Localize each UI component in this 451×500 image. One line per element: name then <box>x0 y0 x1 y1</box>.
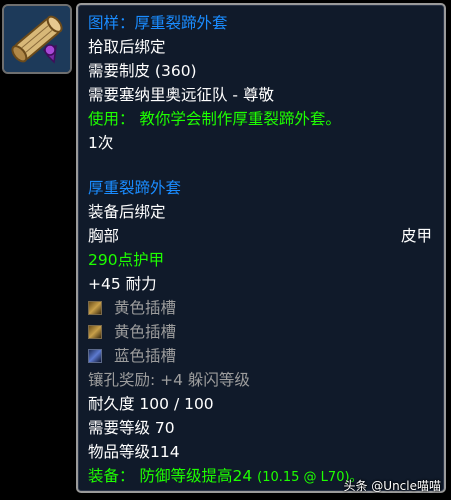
armor-type: 皮甲 <box>400 227 432 245</box>
yellow-socket-icon <box>88 301 102 315</box>
equip-slot: 胸部 <box>88 227 120 245</box>
stamina-stat: +45 耐力 <box>88 275 157 293</box>
required-reputation: 需要塞纳里奥远征队 - 尊敬 <box>88 86 274 104</box>
charges: 1次 <box>88 134 114 152</box>
scroll-recipe-icon <box>4 6 70 72</box>
socket-label: 蓝色插槽 <box>114 347 177 365</box>
required-level: 需要等级 70 <box>88 419 175 437</box>
socket-row: 黄色插槽 <box>88 321 432 343</box>
durability: 耐久度 100 / 100 <box>88 395 214 413</box>
use-effect: 使用： 教你学会制作厚重裂蹄外套。 <box>88 110 341 128</box>
blue-socket-icon <box>88 349 102 363</box>
item-tooltip: 图样：厚重裂蹄外套 拾取后绑定 需要制皮 (360) 需要塞纳里奥远征队 - 尊… <box>76 3 446 493</box>
socket-label: 黄色插槽 <box>114 299 177 317</box>
socket-label: 黄色插槽 <box>114 323 177 341</box>
required-skill: 需要制皮 (360) <box>88 62 197 80</box>
watermark: 头条 @Uncle喵喵 <box>343 479 441 493</box>
bind-on-equip: 装备后绑定 <box>88 203 166 221</box>
crafted-item-name: 厚重裂蹄外套 <box>88 179 182 197</box>
equip-prefix: 装备： <box>88 467 135 485</box>
socket-row: 蓝色插槽 <box>88 345 432 367</box>
slot-row: 胸部 皮甲 <box>88 225 432 247</box>
equip-effect: 防御等级提高24 <box>139 467 253 485</box>
item-title: 图样：厚重裂蹄外套 <box>88 14 228 32</box>
yellow-socket-icon <box>88 325 102 339</box>
recipe-icon-frame[interactable] <box>2 4 72 74</box>
bind-on-pickup: 拾取后绑定 <box>88 38 166 56</box>
item-level: 物品等级114 <box>88 443 180 461</box>
armor-value: 290点护甲 <box>88 251 165 269</box>
socket-bonus: 镶孔奖励: +4 躲闪等级 <box>88 371 250 389</box>
socket-row: 黄色插槽 <box>88 297 432 319</box>
